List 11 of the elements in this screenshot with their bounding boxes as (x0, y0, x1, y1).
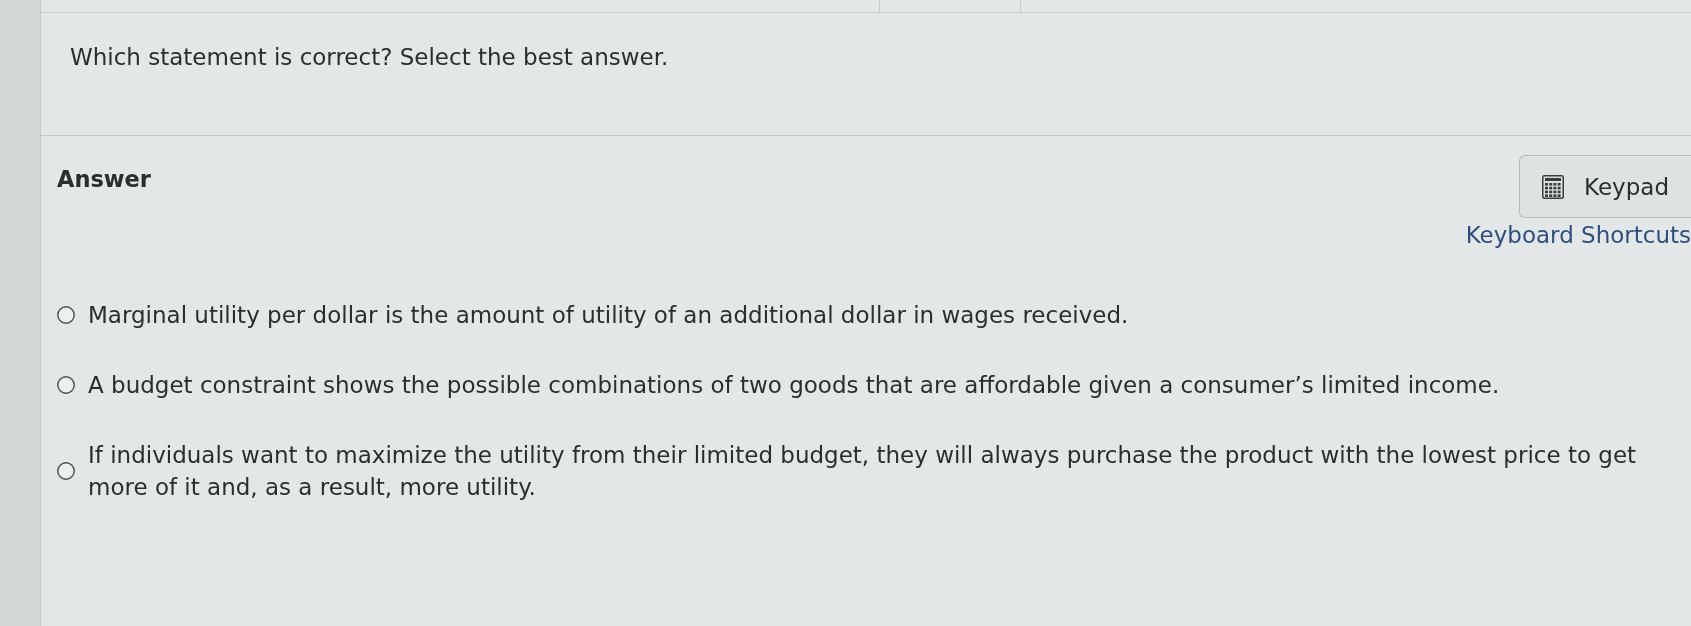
calculator-icon (1542, 174, 1564, 199)
option-text: A budget constraint shows the possible combinations of two goods that are affordable given a consumer’s limited income. (88, 370, 1500, 400)
keypad-button[interactable]: Keypad (1519, 155, 1691, 218)
question-text: Which statement is correct? Select the best answer. (70, 43, 669, 72)
option-text: Marginal utility per dollar is the amount of utility of an additional dollar in wages received. (88, 300, 1129, 330)
keyboard-shortcuts-link[interactable]: Keyboard Shortcuts (1465, 221, 1691, 251)
radio-button[interactable] (57, 375, 75, 394)
option-text: If individuals want to maximize the utility from their limited budget, they will always purchase the product with the lowest price to get more of it and, as a result, more utility. (88, 440, 1638, 502)
radio-button[interactable] (57, 461, 75, 480)
radio-button[interactable] (57, 305, 75, 324)
answer-heading: Answer (57, 165, 151, 194)
